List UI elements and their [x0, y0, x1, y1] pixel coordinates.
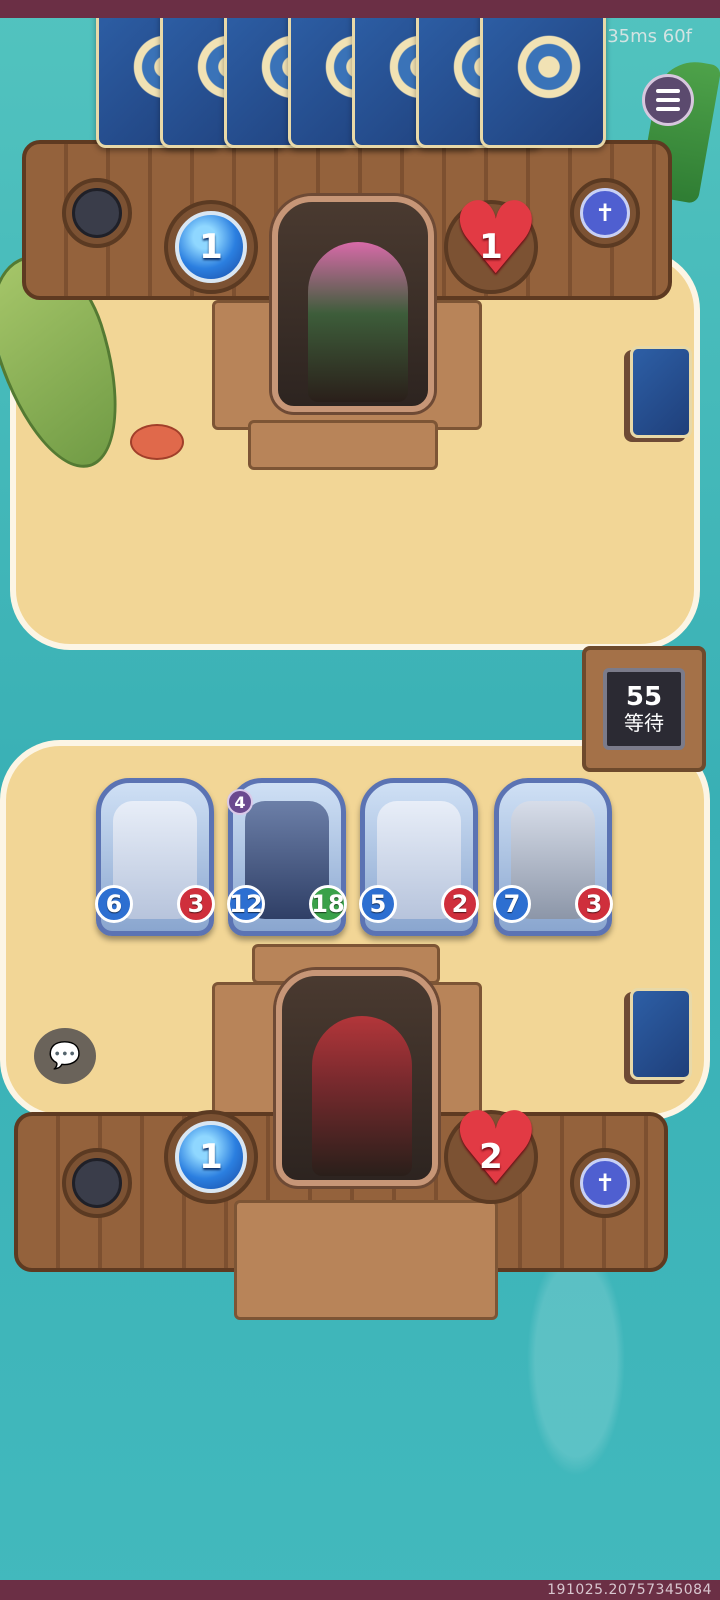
chat-bubble-icon: 💬 [48, 1041, 82, 1071]
menu-button[interactable] [642, 74, 694, 126]
opponent-hero-art [308, 242, 408, 402]
fps-readout: 35ms 60f [607, 26, 692, 47]
opponent-health-value: 1 [451, 189, 541, 289]
opponent-hero-portrait[interactable] [272, 196, 434, 412]
weapon-slot-icon [72, 1158, 122, 1208]
minion-health: 3 [177, 885, 215, 923]
minion-attack: 5 [359, 885, 397, 923]
player-health-orb: 2 [444, 1099, 541, 1204]
minion-attack: 6 [95, 885, 133, 923]
opponent-hand-card [480, 0, 606, 148]
minion-health: 2 [441, 885, 479, 923]
turn-timer: 55 等待 [582, 646, 706, 772]
tombstone-icon: ✝ [580, 1158, 630, 1208]
opponent-mana-value: 1 [175, 211, 247, 283]
player-health-value: 2 [451, 1099, 541, 1199]
crab-decor [130, 424, 184, 460]
board-minion[interactable]: 5 2 [359, 778, 479, 936]
top-frame [0, 0, 720, 18]
turn-timer-value: 55 [625, 681, 663, 712]
player-mana-value: 1 [175, 1121, 247, 1193]
minion-attack: 7 [493, 885, 531, 923]
minion-attack: 12 [227, 885, 265, 923]
minion-health: 3 [575, 885, 613, 923]
opponent-weapon-slot[interactable] [62, 178, 132, 248]
chat-button[interactable]: 💬 [34, 1028, 96, 1084]
weapon-slot-icon [72, 188, 122, 238]
opponent-health-orb: 1 [444, 189, 541, 294]
player-pier [234, 1200, 498, 1320]
player-hero-portrait[interactable] [276, 970, 438, 1186]
player-mana-orb: 1 [164, 1110, 258, 1204]
opponent-deck[interactable] [630, 346, 692, 438]
build-id: 191025.20757345084 [547, 1582, 712, 1598]
opponent-graveyard-slot[interactable]: ✝ [570, 178, 640, 248]
board-minion[interactable]: 7 3 [493, 778, 613, 936]
turn-timer-label: 等待 [624, 711, 664, 736]
minion-health: 18 [309, 885, 347, 923]
minion-cost: 4 [227, 789, 253, 815]
board-minion[interactable]: 4 12 18 [227, 778, 347, 936]
opponent-stairs-step [248, 420, 438, 470]
player-deck[interactable] [630, 988, 692, 1080]
tombstone-icon: ✝ [580, 188, 630, 238]
hamburger-icon [656, 89, 680, 93]
player-weapon-slot[interactable] [62, 1148, 132, 1218]
player-hero-art [312, 1016, 412, 1176]
player-graveyard-slot[interactable]: ✝ [570, 1148, 640, 1218]
opponent-mana-orb: 1 [164, 200, 258, 294]
board-minion[interactable]: 6 3 [95, 778, 215, 936]
